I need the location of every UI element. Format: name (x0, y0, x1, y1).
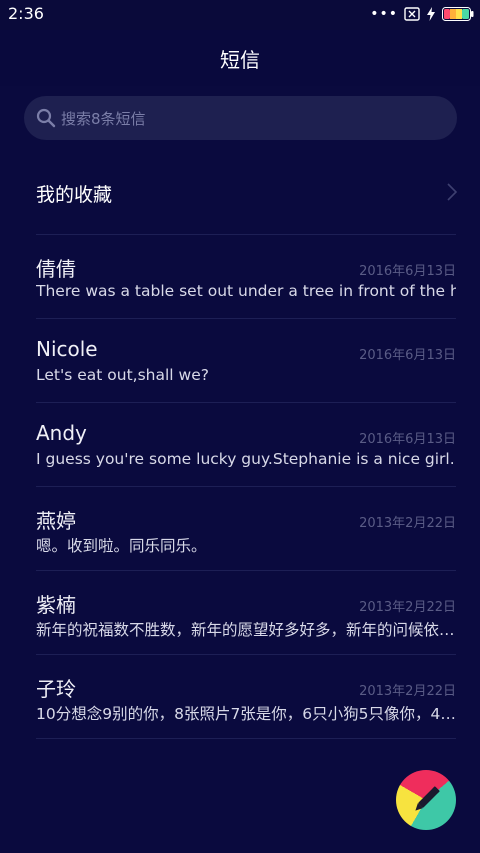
thread-item[interactable]: 紫楠 2013年2月22日 新年的祝福数不胜数，新年的愿望好多好多，新年的问候依… (0, 570, 480, 654)
thread-item[interactable]: Nicole 2016年6月13日 Let's eat out,shall we… (0, 318, 480, 402)
search-placeholder: 搜索8条短信 (61, 110, 146, 128)
thread-date: 2016年6月13日 (359, 348, 456, 363)
app-header: 短信 (0, 30, 480, 86)
search-icon (36, 108, 56, 128)
thread-name: 紫楠 (36, 593, 76, 617)
thread-date: 2013年2月22日 (359, 600, 456, 615)
thread-date: 2016年6月13日 (359, 432, 456, 447)
status-icons: ••• (370, 6, 474, 22)
pencil-icon (415, 786, 440, 811)
thread-name: 倩倩 (36, 257, 76, 281)
chevron-right-icon (447, 183, 458, 201)
thread-item[interactable]: 倩倩 2016年6月13日 There was a table set out … (0, 234, 480, 318)
page-title: 短信 (220, 48, 260, 72)
favorites-row[interactable]: 我的收藏 (0, 150, 480, 234)
thread-name: Andy (36, 421, 87, 445)
thread-preview: There was a table set out under a tree i… (36, 282, 456, 300)
compose-button[interactable] (396, 770, 456, 830)
thread-preview: 新年的祝福数不胜数，新年的愿望好多好多，新年的问候依… (36, 621, 455, 639)
favorites-label: 我的收藏 (36, 184, 113, 206)
thread-preview: Let's eat out,shall we? (36, 366, 209, 384)
sim-off-icon (404, 7, 420, 21)
thread-name: 子玲 (36, 677, 76, 701)
thread-name: 燕婷 (36, 509, 76, 533)
thread-date: 2013年2月22日 (359, 516, 456, 531)
status-bar: 2:36 ••• (0, 0, 480, 30)
thread-preview: 嗯。收到啦。同乐同乐。 (36, 537, 207, 555)
search-bar[interactable]: 搜索8条短信 (24, 96, 457, 140)
more-dots-icon: ••• (370, 6, 398, 22)
thread-date: 2013年2月22日 (359, 684, 456, 699)
thread-item[interactable]: Andy 2016年6月13日 I guess you're some luck… (0, 402, 480, 486)
thread-name: Nicole (36, 337, 98, 361)
status-time: 2:36 (8, 4, 44, 23)
thread-preview: 10分想念9别的你，8张照片7张是你，6只小狗5只像你，4… (36, 705, 456, 723)
battery-icon (442, 7, 474, 21)
thread-item[interactable]: 子玲 2013年2月22日 10分想念9别的你，8张照片7张是你，6只小狗5只像… (0, 654, 480, 738)
thread-preview: I guess you're some lucky guy.Stephanie … (36, 450, 455, 468)
divider (36, 738, 456, 739)
thread-item[interactable]: 燕婷 2013年2月22日 嗯。收到啦。同乐同乐。 (0, 486, 480, 570)
thread-date: 2016年6月13日 (359, 264, 456, 279)
charging-bolt-icon (427, 7, 435, 21)
